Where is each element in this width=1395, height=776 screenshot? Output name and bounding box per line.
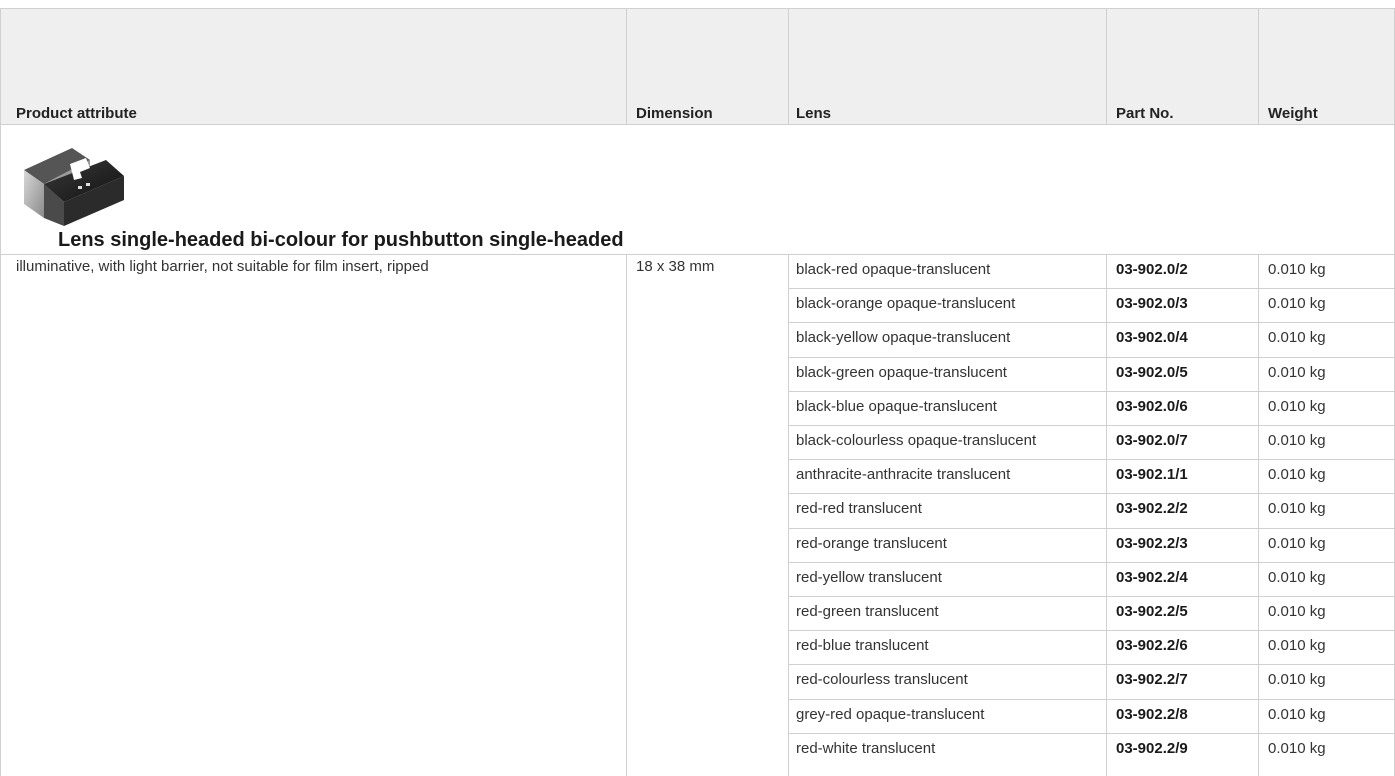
weight-cell: 0.010 kg: [1268, 637, 1326, 654]
body-col-divider: [788, 254, 789, 776]
part-no-cell: 03-902.0/6: [1116, 398, 1188, 415]
weight-cell: 0.010 kg: [1268, 500, 1326, 517]
weight-cell: 0.010 kg: [1268, 398, 1326, 415]
header-product-attribute: Product attribute: [16, 105, 137, 122]
weight-cell: 0.010 kg: [1268, 295, 1326, 312]
header-col-divider: [626, 8, 627, 124]
header-part-no: Part No.: [1116, 105, 1174, 122]
product-attribute-text: illuminative, with light barrier, not su…: [16, 258, 429, 275]
header-col-divider: [788, 8, 789, 124]
lens-cell: red-orange translucent: [796, 535, 947, 552]
header-col-divider: [1258, 8, 1259, 124]
product-section-title: Lens single-headed bi-colour for pushbut…: [58, 229, 624, 251]
weight-cell: 0.010 kg: [1268, 671, 1326, 688]
header-bottom-border: [0, 124, 1395, 125]
lens-cell: red-white translucent: [796, 740, 936, 757]
weight-cell: 0.010 kg: [1268, 466, 1326, 483]
weight-cell: 0.010 kg: [1268, 432, 1326, 449]
lens-cell: anthracite-anthracite translucent: [796, 466, 1011, 483]
part-no-cell: 03-902.0/4: [1116, 329, 1188, 346]
row-divider: [788, 425, 1395, 426]
row-divider: [788, 459, 1395, 460]
weight-cell: 0.010 kg: [1268, 329, 1326, 346]
part-no-cell: 03-902.2/9: [1116, 740, 1188, 757]
weight-cell: 0.010 kg: [1268, 261, 1326, 278]
part-no-cell: 03-902.2/8: [1116, 706, 1188, 723]
lens-cell: grey-red opaque-translucent: [796, 706, 985, 723]
row-divider: [788, 630, 1395, 631]
row-divider: [788, 357, 1395, 358]
lens-cell: black-green opaque-translucent: [796, 364, 1007, 381]
weight-cell: 0.010 kg: [1268, 740, 1326, 757]
part-no-cell: 03-902.2/7: [1116, 671, 1188, 688]
lens-cell: red-yellow translucent: [796, 569, 942, 586]
part-no-cell: 03-902.0/2: [1116, 261, 1188, 278]
header-lens: Lens: [796, 105, 832, 122]
part-no-cell: 03-902.2/4: [1116, 569, 1188, 586]
part-no-cell: 03-902.2/2: [1116, 500, 1188, 517]
weight-cell: 0.010 kg: [1268, 603, 1326, 620]
row-divider: [788, 562, 1395, 563]
row-divider: [788, 733, 1395, 734]
weight-cell: 0.010 kg: [1268, 569, 1326, 586]
header-dimension: Dimension: [636, 105, 713, 122]
row-divider: [788, 322, 1395, 323]
lens-cell: red-red translucent: [796, 500, 922, 517]
lens-cell: red-blue translucent: [796, 637, 929, 654]
weight-cell: 0.010 kg: [1268, 706, 1326, 723]
row-divider: [788, 664, 1395, 665]
row-divider: [788, 699, 1395, 700]
table-top-border: [0, 8, 1395, 9]
lens-cell: black-red opaque-translucent: [796, 261, 991, 278]
part-no-cell: 03-902.1/1: [1116, 466, 1188, 483]
row-divider: [788, 493, 1395, 494]
weight-cell: 0.010 kg: [1268, 535, 1326, 552]
lens-cell: red-green translucent: [796, 603, 939, 620]
body-col-divider: [626, 254, 627, 776]
section-bottom-border: [0, 254, 1395, 255]
part-no-cell: 03-902.0/5: [1116, 364, 1188, 381]
weight-cell: 0.010 kg: [1268, 364, 1326, 381]
lens-cell: black-blue opaque-translucent: [796, 398, 997, 415]
lens-cell: black-orange opaque-translucent: [796, 295, 1016, 312]
row-divider: [788, 596, 1395, 597]
header-weight: Weight: [1268, 105, 1318, 122]
pushbutton-lens-product-photo: [24, 148, 124, 226]
row-divider: [788, 528, 1395, 529]
body-col-divider: [1106, 254, 1107, 776]
lens-cell: red-colourless translucent: [796, 671, 968, 688]
lens-cell: black-yellow opaque-translucent: [796, 329, 1011, 346]
product-dimension-text: 18 x 38 mm: [636, 258, 715, 275]
part-no-cell: 03-902.2/5: [1116, 603, 1188, 620]
part-no-cell: 03-902.0/7: [1116, 432, 1188, 449]
header-col-divider: [1106, 8, 1107, 124]
part-no-cell: 03-902.2/6: [1116, 637, 1188, 654]
row-divider: [788, 391, 1395, 392]
body-col-divider: [1258, 254, 1259, 776]
part-no-cell: 03-902.0/3: [1116, 295, 1188, 312]
lens-cell: black-colourless opaque-translucent: [796, 432, 1037, 449]
row-divider: [788, 288, 1395, 289]
table-left-border: [0, 8, 1, 776]
part-no-cell: 03-902.2/3: [1116, 535, 1188, 552]
